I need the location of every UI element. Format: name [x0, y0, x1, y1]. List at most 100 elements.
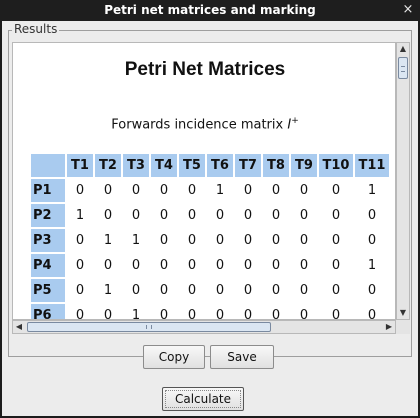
matrix-cell: 0 [299, 283, 309, 298]
matrix-caption-text: Forwards incidence matrix [111, 117, 288, 133]
horizontal-scrollbar[interactable]: ◀ ▶ [12, 320, 396, 334]
matrix-row-header: P5 [31, 279, 65, 302]
matrix-cell: 0 [243, 258, 253, 273]
scroll-up-icon[interactable]: ▲ [397, 43, 409, 55]
matrix-cell: 0 [75, 258, 85, 273]
close-icon[interactable]: × [402, 3, 414, 16]
matrix-caption: Forwards incidence matrix I+ [13, 116, 395, 133]
matrix-cell: 0 [331, 283, 341, 298]
matrix-cell: 0 [299, 308, 309, 320]
scroll-left-icon[interactable]: ◀ [13, 321, 25, 333]
results-group: Results Petri Net Matrices Forwards inci… [8, 22, 412, 357]
scroll-right-icon[interactable]: ▶ [383, 321, 395, 333]
document-title: Petri Net Matrices [124, 59, 286, 80]
matrix-cell: 0 [187, 183, 197, 198]
matrix-cell: 0 [271, 208, 281, 223]
vertical-scroll-thumb[interactable] [398, 57, 408, 79]
matrix-cell: 0 [367, 283, 377, 298]
matrix-cell: 0 [187, 208, 197, 223]
matrix-cell: 0 [187, 258, 197, 273]
matrix-cell: 0 [215, 308, 225, 320]
matrix-cell: 0 [159, 283, 169, 298]
matrix-cell: 0 [75, 233, 85, 248]
matrix-cell: 0 [299, 233, 309, 248]
dialog-content: Results Petri Net Matrices Forwards inci… [2, 21, 418, 416]
matrix-cell: 0 [299, 258, 309, 273]
matrix-cell: 0 [331, 233, 341, 248]
matrix-cell: 0 [215, 208, 225, 223]
matrix-cell: 0 [103, 258, 113, 273]
matrix-cell: 0 [299, 208, 309, 223]
results-viewport[interactable]: Petri Net Matrices Forwards incidence ma… [12, 42, 396, 320]
matrix-row: P3 0 1 1 0 0 0 0 0 0 0 0 [31, 229, 389, 252]
matrix-cell: 0 [159, 258, 169, 273]
matrix-cell: 0 [159, 308, 169, 320]
matrix-cell: 0 [271, 283, 281, 298]
copy-button[interactable]: Copy [143, 345, 205, 369]
matrix-column-header: T7 [235, 154, 261, 177]
matrix-cell: 0 [243, 283, 253, 298]
matrix-cell: 0 [299, 183, 309, 198]
matrix-cell: 0 [187, 308, 197, 320]
matrix-row-header: P6 [31, 304, 65, 319]
matrix-cell: 0 [215, 258, 225, 273]
window-title: Petri net matrices and marking [104, 3, 316, 17]
matrix-cell: 1 [103, 233, 113, 248]
matrix-cell: 0 [187, 283, 197, 298]
matrix-cell: 1 [367, 258, 377, 273]
matrix-column-header: T1 [67, 154, 93, 177]
matrix-cell: 0 [75, 283, 85, 298]
matrix-column-header: T3 [123, 154, 149, 177]
dialog-window: Petri net matrices and marking × Results… [0, 0, 420, 418]
matrix-cell: 0 [159, 208, 169, 223]
incidence-matrix: T1 T2 T3 T4 T5 T6 T7 T8 T9 T10 T11 P1 0 0 0 0 0 1 0 0 0 0 1 P2… [29, 152, 391, 320]
matrix-cell: 0 [367, 308, 377, 320]
matrix-cell: 1 [75, 208, 85, 223]
matrix-column-header: T9 [291, 154, 317, 177]
horizontal-scroll-thumb[interactable] [27, 322, 271, 332]
matrix-cell: 0 [271, 308, 281, 320]
matrix-cell: 1 [131, 308, 141, 320]
matrix-cell: 0 [75, 183, 85, 198]
matrix-cell: 0 [131, 283, 141, 298]
matrix-cell: 0 [103, 208, 113, 223]
matrix-column-header: T4 [151, 154, 177, 177]
matrix-cell: 1 [131, 233, 141, 248]
matrix-row-header: P2 [31, 204, 65, 227]
matrix-row-header: P1 [31, 179, 65, 202]
matrix-row: P5 0 1 0 0 0 0 0 0 0 0 0 [31, 279, 389, 302]
matrix-cell: 1 [367, 183, 377, 198]
matrix-cell: 0 [243, 208, 253, 223]
matrix-header-row: T1 T2 T3 T4 T5 T6 T7 T8 T9 T10 T11 [31, 154, 389, 177]
scroll-down-icon[interactable]: ▼ [397, 307, 409, 319]
matrix-row-header: P4 [31, 254, 65, 277]
vertical-scrollbar[interactable]: ▲ ▼ [396, 42, 410, 320]
matrix-column-header: T11 [355, 154, 389, 177]
matrix-cell: 0 [331, 208, 341, 223]
matrix-cell: 0 [331, 308, 341, 320]
matrix-row: P6 0 0 1 0 0 0 0 0 0 0 0 [31, 304, 389, 320]
matrix-cell: 0 [215, 233, 225, 248]
matrix-cell: 0 [103, 183, 113, 198]
matrix-cell: 0 [103, 308, 113, 320]
matrix-cell: 0 [187, 233, 197, 248]
matrix-corner-cell [31, 154, 65, 177]
matrix-cell: 0 [331, 183, 341, 198]
matrix-column-header: T8 [263, 154, 289, 177]
save-button[interactable]: Save [210, 345, 274, 369]
matrix-column-header: T5 [179, 154, 205, 177]
matrix-cell: 0 [367, 233, 377, 248]
matrix-row: P1 0 0 0 0 0 1 0 0 0 0 1 [31, 179, 389, 202]
matrix-column-header: T2 [95, 154, 121, 177]
matrix-cell: 0 [331, 258, 341, 273]
matrix-cell: 0 [243, 308, 253, 320]
scrollbar-corner [396, 320, 410, 334]
matrix-body: P1 0 0 0 0 0 1 0 0 0 0 1 P2 1 0 0 0 0 0 0 0 0 0 0 P3 0 1 1 0 0 0 0 0 0 0 0 P… [31, 179, 389, 320]
matrix-cell: 0 [131, 208, 141, 223]
matrix-cell: 0 [243, 183, 253, 198]
matrix-column-header: T10 [319, 154, 353, 177]
matrix-cell: 0 [215, 283, 225, 298]
matrix-cell: 1 [103, 283, 113, 298]
matrix-cell: 0 [131, 258, 141, 273]
calculate-button[interactable]: Calculate [162, 387, 244, 411]
